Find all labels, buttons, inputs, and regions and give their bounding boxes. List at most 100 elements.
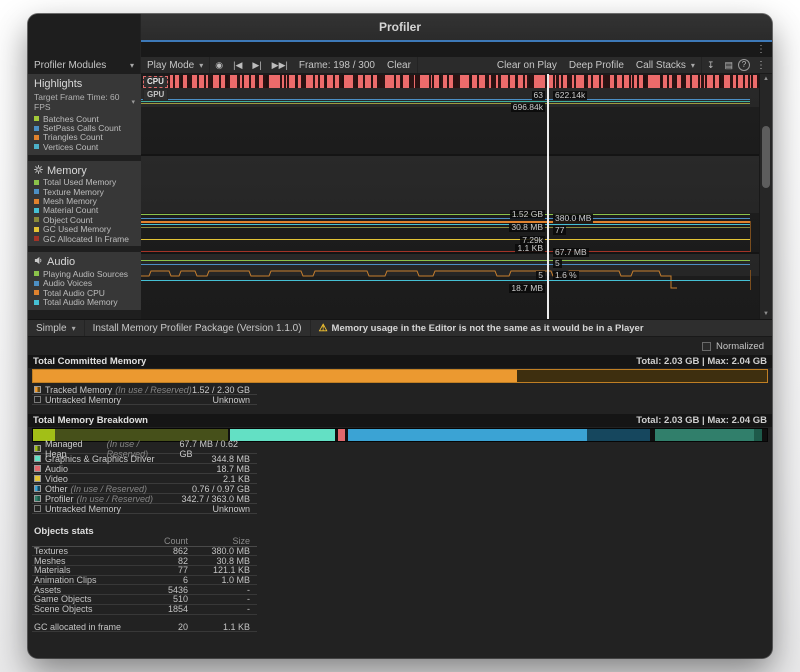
save-profile-icon[interactable]: ▤ — [719, 60, 738, 71]
legend-item-memory[interactable]: Total Used Memory — [28, 178, 141, 187]
memory-value: 342.7 / 363.0 MB — [181, 494, 257, 504]
module-title: Audio — [47, 256, 75, 268]
object-type: Assets — [34, 585, 132, 595]
memory-color-swatch — [34, 455, 41, 462]
help-icon[interactable]: ? — [738, 59, 750, 71]
toolbar-menu-icon[interactable]: ⋮ — [750, 60, 772, 71]
chart-series-line — [141, 224, 750, 225]
object-count: 510 — [132, 594, 188, 604]
legend-item-highlights[interactable]: Vertices Count — [28, 142, 141, 151]
legend-item-memory[interactable]: Object Count — [28, 215, 141, 224]
memory-breakdown-legend: Managed Heap(In use / Reserved)67.7 MB /… — [32, 444, 772, 514]
legend-item-audio[interactable]: Total Audio Memory — [28, 297, 141, 306]
legend-item-memory[interactable]: Texture Memory — [28, 187, 141, 196]
memory-value: 18.7 MB — [216, 464, 257, 474]
chart-value-label: 67.7 MB — [553, 248, 589, 257]
legend-item-memory[interactable]: GC Used Memory — [28, 225, 141, 234]
object-type: Meshes — [34, 556, 132, 566]
target-frame-time-dropdown[interactable]: Target Frame Time: 60 FPS▾ — [28, 91, 141, 114]
object-type: Textures — [34, 546, 132, 556]
record-icon[interactable]: ◉ — [210, 60, 228, 71]
module-title: Highlights — [34, 78, 82, 90]
count-column-header: Count — [132, 536, 188, 546]
chart-series-line — [141, 218, 750, 219]
cpu-track-chip[interactable]: CPU — [143, 76, 168, 88]
scrollbar-thumb[interactable] — [762, 126, 770, 188]
next-frame-icon[interactable]: ▶| — [247, 60, 266, 71]
memory-color-swatch — [34, 445, 41, 452]
chart-series-line — [141, 251, 750, 252]
charts-scrollbar[interactable]: ▲ ▼ — [759, 74, 772, 319]
object-count: 6 — [132, 575, 188, 585]
tracked-memory-fill — [33, 370, 517, 382]
chart-series-line — [141, 103, 750, 104]
gpu-track-chip[interactable]: GPU — [143, 89, 168, 101]
committed-totals: Total: 2.03 GB | Max: 2.04 GB — [636, 356, 767, 367]
end-of-data-drop — [750, 221, 751, 252]
chart-value-label: 1.6 % — [553, 271, 579, 280]
selected-frame-indicator[interactable] — [547, 74, 549, 319]
memory-category-label: Video — [45, 474, 68, 484]
legend-item-memory[interactable]: Mesh Memory — [28, 196, 141, 205]
module-header-memory[interactable]: Memory — [28, 163, 141, 178]
chart-value-label: 5 — [553, 259, 562, 268]
profiler-charts[interactable]: CPU GPU 63622.14k696.84k1.52 GB380.0 MB3… — [141, 74, 760, 319]
clear-button[interactable]: Clear — [381, 57, 418, 73]
legend-item-audio[interactable]: Audio Voices — [28, 279, 141, 288]
legend-item-highlights[interactable]: SetPass Calls Count — [28, 123, 141, 132]
deep-profile-toggle[interactable]: Deep Profile — [563, 57, 630, 73]
module-header-highlights[interactable]: Highlights — [28, 76, 141, 91]
series-color-swatch — [34, 236, 39, 241]
legend-row: Other(In use / Reserved)0.76 / 0.97 GB — [32, 484, 257, 494]
last-frame-icon[interactable]: ▶▶| — [267, 60, 293, 71]
series-color-swatch — [34, 208, 39, 213]
legend-item-audio[interactable]: Playing Audio Sources — [28, 269, 141, 278]
clear-on-play-toggle[interactable]: Clear on Play — [491, 57, 563, 73]
in-use-reserved-note: (In use / Reserved) — [77, 494, 154, 504]
first-frame-icon[interactable]: |◀ — [228, 60, 247, 71]
chevron-down-icon: ▾ — [691, 61, 695, 70]
memory-value: Unknown — [212, 395, 257, 405]
tab-context-menu-icon[interactable]: ⋮ — [756, 44, 766, 55]
module-header-audio[interactable]: Audio — [28, 254, 141, 269]
details-toolbar: Simple ▾ Install Memory Profiler Package… — [28, 319, 772, 337]
memory-category-label: Profiler — [45, 494, 74, 504]
normalized-checkbox[interactable] — [702, 342, 711, 351]
view-mode-dropdown[interactable]: Simple ▾ — [28, 320, 85, 336]
play-mode-dropdown[interactable]: Play Mode ▾ — [141, 57, 210, 73]
objects-stats-rows: Textures862380.0 MBMeshes8230.8 MBMateri… — [32, 547, 772, 615]
total-committed-memory-header: Total Committed Memory Total: 2.03 GB | … — [28, 355, 772, 368]
install-memory-profiler-button[interactable]: Install Memory Profiler Package (Version… — [85, 320, 311, 336]
series-color-swatch — [34, 116, 39, 121]
profiler-modules-area: HighlightsTarget Frame Time: 60 FPS▾Batc… — [28, 74, 772, 319]
legend-item-audio[interactable]: Total Audio CPU — [28, 288, 141, 297]
load-profile-icon[interactable]: ↧ — [702, 60, 720, 71]
memory-color-swatch — [34, 396, 41, 403]
legend-item-memory[interactable]: GC Allocated In Frame — [28, 234, 141, 243]
desktop-background: Profiler ◔ Profiler ⋮ Profiler Modules ▾… — [0, 0, 800, 672]
scroll-down-icon[interactable]: ▼ — [760, 311, 772, 317]
legend-item-highlights[interactable]: Batches Count — [28, 114, 141, 123]
legend-row: Untracked MemoryUnknown — [32, 504, 257, 514]
committed-memory-bar — [32, 369, 768, 383]
memory-value: 2.1 KB — [223, 474, 257, 484]
objects-stats-row: Scene Objects1854- — [32, 605, 257, 615]
legend-label: Total Audio Memory — [43, 297, 118, 307]
series-color-swatch — [34, 144, 39, 149]
memory-value: 344.8 MB — [211, 454, 257, 464]
call-stacks-dropdown[interactable]: Call Stacks ▾ — [630, 57, 702, 73]
object-type: Game Objects — [34, 594, 132, 604]
series-color-swatch — [34, 199, 39, 204]
chart-series-line — [141, 264, 750, 265]
total-memory-breakdown-header: Total Memory Breakdown Total: 2.03 GB | … — [28, 414, 772, 427]
gear-icon — [34, 165, 43, 177]
scroll-up-icon[interactable]: ▲ — [760, 76, 772, 82]
chevron-down-icon: ▾ — [130, 61, 134, 70]
object-type: Animation Clips — [34, 575, 132, 585]
committed-memory-legend: Tracked Memory(In use / Reserved)1.52 / … — [32, 385, 772, 405]
chart-series-line — [141, 99, 750, 100]
memory-segment — [754, 429, 761, 441]
legend-item-highlights[interactable]: Triangles Count — [28, 133, 141, 142]
legend-item-memory[interactable]: Material Count — [28, 206, 141, 215]
memory-color-swatch — [34, 485, 41, 492]
